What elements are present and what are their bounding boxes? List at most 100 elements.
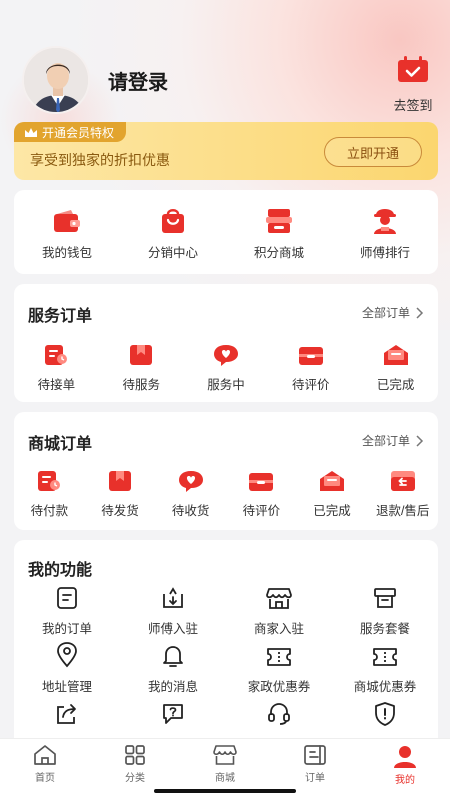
function-service-package[interactable]: 服务套餐 [332, 582, 438, 637]
pending-payment-icon [38, 471, 61, 491]
view-all-label: 全部订单 [361, 434, 410, 448]
function-label: 家政优惠券 [247, 680, 311, 694]
coupon-icon [373, 648, 397, 666]
in-service-icon [213, 345, 238, 366]
order-status-label: 待付款 [30, 504, 69, 518]
feedback-icon [163, 704, 183, 724]
quick-link-label: 积分商城 [253, 246, 304, 260]
service-package-icon [374, 588, 396, 608]
function-label: 我的订单 [41, 622, 92, 636]
mall-order-pending-shipment[interactable]: 待发货 [85, 464, 156, 519]
profile-icon [394, 746, 416, 768]
service-order-pending-accept[interactable]: 待接单 [14, 338, 99, 393]
function-merchant-join[interactable]: 商家入驻 [226, 582, 332, 637]
quick-link-worker-ranking[interactable]: 师傅排行 [332, 206, 438, 261]
tab-label: 商城 [215, 773, 235, 784]
function-my-orders[interactable]: 我的订单 [14, 582, 120, 637]
order-status-label: 待服务 [122, 378, 160, 392]
order-status-label: 服务中 [207, 378, 245, 392]
function-home-coupon[interactable]: 家政优惠券 [226, 640, 332, 695]
crown-icon [25, 127, 37, 137]
order-status-label: 待评价 [292, 378, 330, 392]
order-status-label: 退款/售后 [375, 504, 430, 518]
mall-order-pending-payment[interactable]: 待付款 [14, 464, 85, 519]
share-icon [57, 704, 76, 724]
points-store-icon [266, 209, 292, 233]
service-order-in-service[interactable]: 服务中 [184, 338, 269, 393]
order-status-label: 待发货 [101, 504, 139, 518]
function-worker-join[interactable]: 师傅入驻 [120, 582, 226, 637]
functions-card: 我的功能 我的订单 师傅入驻 商家入驻 服务套餐 地址管理 我的消息 家政优惠券… [14, 540, 438, 752]
headset-icon [268, 703, 290, 725]
signin-label: 去签到 [393, 98, 433, 113]
completed-icon [383, 345, 408, 365]
order-status-label: 待接单 [37, 378, 76, 392]
order-icon [304, 745, 326, 765]
avatar[interactable] [22, 46, 90, 114]
service-orders-card: 服务订单 全部订单 待接单 待服务 服务中 待评价 已完成 [14, 284, 438, 402]
order-list-icon [57, 587, 77, 609]
order-status-label: 待收货 [171, 504, 210, 518]
quick-link-wallet[interactable]: 我的钱包 [14, 206, 120, 261]
quick-link-distribution[interactable]: 分销中心 [120, 206, 226, 261]
order-status-label: 已完成 [376, 378, 415, 392]
calendar-check-icon [398, 56, 428, 82]
function-address[interactable]: 地址管理 [14, 640, 120, 695]
mall-orders-view-all[interactable]: 全部订单 [362, 432, 424, 449]
login-prompt[interactable]: 请登录 [108, 66, 168, 95]
vip-banner[interactable]: 开通会员特权 享受到独家的折扣优惠 立即开通 [14, 122, 438, 180]
vip-description: 享受到独家的折扣优惠 [30, 152, 170, 168]
pending-accept-icon [45, 345, 68, 365]
home-icon [34, 745, 56, 765]
shopping-bag-icon [162, 209, 184, 233]
worker-ranking-icon [374, 209, 396, 234]
tab-label: 首页 [35, 773, 55, 784]
store-icon [266, 588, 292, 609]
mall-orders-card: 商城订单 全部订单 待付款 待发货 待收货 待评价 已完成 退款/售后 [14, 412, 438, 530]
function-mall-coupon[interactable]: 商城优惠券 [332, 640, 438, 695]
function-label: 商城优惠券 [353, 680, 417, 694]
chevron-right-icon [416, 306, 424, 319]
service-order-pending-service[interactable]: 待服务 [99, 338, 184, 393]
worker-join-icon [163, 587, 183, 608]
service-orders-title: 服务订单 [28, 308, 93, 325]
pending-service-icon [130, 345, 153, 365]
function-label: 地址管理 [41, 680, 92, 694]
service-order-completed[interactable]: 已完成 [353, 338, 438, 393]
mall-order-completed[interactable]: 已完成 [297, 464, 368, 519]
quick-link-label: 我的钱包 [41, 246, 92, 260]
category-icon [125, 745, 145, 765]
location-pin-icon [57, 642, 77, 668]
coupon-icon [267, 648, 291, 666]
service-orders-view-all[interactable]: 全部订单 [362, 304, 424, 321]
quick-link-label: 分销中心 [147, 246, 198, 260]
chevron-right-icon [416, 434, 424, 447]
tab-label: 分类 [125, 773, 145, 784]
quick-link-label: 师傅排行 [359, 246, 410, 260]
pending-review-icon [249, 473, 274, 491]
mall-icon [213, 745, 237, 765]
pending-shipment-icon [109, 471, 131, 491]
vip-badge-label: 开通会员特权 [42, 125, 115, 140]
pending-review-icon [298, 347, 323, 365]
function-messages[interactable]: 我的消息 [120, 640, 226, 695]
function-label: 服务套餐 [359, 622, 410, 636]
quick-links-card: 我的钱包 分销中心 积分商城 师傅排行 [14, 190, 438, 274]
signin-button[interactable]: 去签到 [390, 56, 436, 114]
complaint-icon [375, 702, 395, 726]
order-status-label: 待评价 [242, 504, 281, 518]
completed-icon [320, 471, 345, 491]
mall-order-pending-receipt[interactable]: 待收货 [155, 464, 226, 519]
tab-home[interactable]: 首页 [0, 739, 90, 800]
wallet-icon [54, 210, 80, 232]
function-label: 我的消息 [147, 680, 198, 694]
bell-icon [163, 646, 183, 667]
tab-profile[interactable]: 我的 [360, 739, 450, 800]
service-order-pending-review[interactable]: 待评价 [268, 338, 353, 393]
refund-icon [390, 471, 415, 491]
vip-open-button[interactable]: 立即开通 [324, 137, 422, 167]
order-status-label: 已完成 [313, 504, 351, 518]
mall-order-refund[interactable]: 退款/售后 [367, 464, 438, 519]
mall-order-pending-review[interactable]: 待评价 [226, 464, 297, 519]
quick-link-points-store[interactable]: 积分商城 [226, 206, 332, 261]
